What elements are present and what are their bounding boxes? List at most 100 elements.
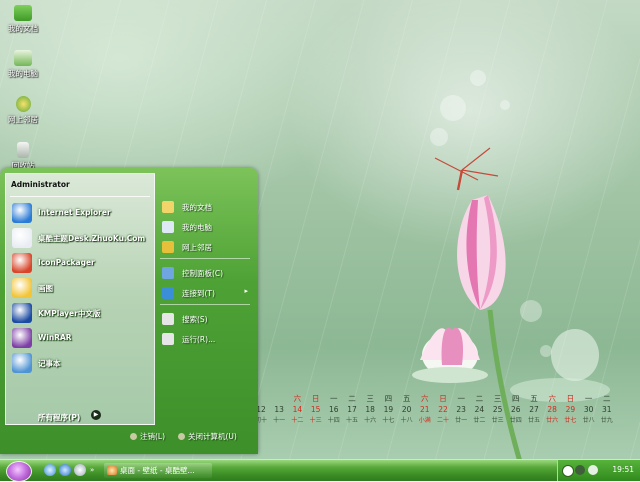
computer-icon	[14, 50, 32, 66]
calendar-lunar-date: 小满	[418, 417, 431, 424]
calendar-weekday: 日	[311, 394, 320, 403]
taskbar-clock[interactable]: 19:51	[612, 465, 634, 474]
calendar-weekday: 日	[566, 394, 575, 403]
start-menu-system-label: 连接到(T)	[182, 289, 215, 298]
zhuoku-theme-icon	[12, 228, 32, 248]
network-icon	[15, 96, 31, 112]
calendar-day: 日 15 十三	[308, 393, 324, 426]
start-menu-places-label: 网上邻居	[182, 243, 212, 252]
bokeh-light	[440, 95, 466, 121]
calendar-lunar-date: 廿七	[564, 417, 577, 424]
divider	[10, 196, 150, 197]
calendar-lunar-date: 廿五	[527, 417, 540, 424]
desktop-calendar: 12 初十 13 十一六 14 十二日 15 十三一 16 十四二 17 十五三 18 十六四 19 十七五 2…	[250, 393, 630, 429]
tray-icon-network[interactable]	[575, 465, 585, 475]
calendar-lunar-date: 廿四	[509, 417, 522, 424]
start-menu-app-item[interactable]: 记事本	[10, 352, 150, 374]
calendar-day: 一 30 廿八	[581, 393, 597, 426]
system-tray: 19:51	[557, 460, 640, 481]
network-places-icon	[162, 241, 174, 253]
start-menu-places-item[interactable]: 我的电脑	[162, 218, 252, 236]
power-icon	[178, 433, 185, 440]
calendar-weekday: 六	[421, 394, 429, 403]
calendar-date: 18	[365, 405, 375, 414]
calendar-date: 25	[492, 405, 503, 414]
start-menu-app-label: 桌酷主题Desk.ZhuoKu.Com	[38, 234, 146, 243]
calendar-date: 24	[474, 405, 485, 414]
all-programs-button[interactable]: 所有程序(P) ▶	[38, 410, 101, 423]
start-menu-programs-pane: Administrator Internet Explorer 桌酷主题Desk.…	[5, 173, 155, 425]
calendar-lunar-date: 廿一	[455, 417, 468, 424]
start-menu-app-item[interactable]: 画图	[10, 277, 150, 299]
start-menu-places-item[interactable]: 我的文档	[162, 198, 252, 216]
calendar-day: 日 22 二十	[435, 393, 451, 426]
calendar-weekday: 三	[493, 394, 502, 403]
desktop-icon-documents[interactable]: 我的文档	[2, 5, 44, 34]
calendar-day: 日 29 廿七	[562, 393, 578, 426]
tray-icon-back-arrow[interactable]	[562, 465, 574, 477]
start-menu-app-item[interactable]: IconPackager	[10, 252, 150, 274]
quick-launch-chevron-icon[interactable]: »	[90, 466, 98, 474]
start-menu-places-item[interactable]: 网上邻居	[162, 238, 252, 256]
desktop-icon-label: 网上邻居	[8, 115, 38, 124]
calendar-date: 31	[602, 405, 612, 414]
calendar-lunar-date: 十一	[273, 417, 286, 424]
recycle-bin-icon	[17, 142, 29, 158]
taskbar-window-button[interactable]: 桌面 - 壁纸 - 桌酷壁...	[104, 463, 212, 478]
start-menu-system-label: 控制面板(C)	[182, 269, 224, 278]
start-menu-app-label: KMPlayer中文版	[38, 309, 101, 318]
start-menu-app-item[interactable]: KMPlayer中文版	[10, 302, 150, 324]
start-menu-system-item[interactable]: 连接到(T) ▸	[162, 284, 252, 302]
media-player-icon[interactable]	[74, 464, 86, 476]
show-desktop-icon[interactable]	[44, 464, 56, 476]
notepad-icon	[12, 353, 32, 373]
start-menu-app-item[interactable]: WinRAR	[10, 327, 150, 349]
calendar-lunar-date: 廿二	[473, 417, 486, 424]
calendar-date: 29	[565, 405, 576, 414]
divider	[160, 258, 250, 259]
desktop-icon-network[interactable]: 网上邻居	[2, 96, 44, 125]
desktop-icon-computer[interactable]: 我的电脑	[2, 50, 44, 79]
calendar-lunar-date: 十三	[309, 417, 322, 424]
calendar-day: 三 18 十六	[362, 393, 378, 426]
calendar-lunar-date: 廿六	[546, 417, 559, 424]
calendar-date: 20	[401, 405, 412, 414]
calendar-day: 五 27 廿五	[526, 393, 542, 426]
start-menu-tools-item[interactable]: 运行(R)...	[162, 330, 252, 348]
calendar-lunar-date: 廿八	[582, 417, 595, 424]
start-menu-tools-item[interactable]: 搜索(S)	[162, 310, 252, 328]
calendar-date: 21	[420, 405, 430, 414]
calendar-weekday: 日	[439, 394, 447, 403]
calendar-date: 17	[347, 405, 357, 414]
control-panel-icon	[162, 267, 174, 279]
start-menu-app-item[interactable]: 桌酷主题Desk.ZhuoKu.Com	[10, 227, 150, 249]
calendar-lunar-date: 十六	[364, 417, 377, 424]
arrow-right-icon: ▶	[91, 410, 101, 420]
shutdown-button[interactable]: 关闭计算机(U)	[178, 431, 237, 443]
calendar-weekday	[271, 393, 287, 404]
logoff-label: 注销(L)	[140, 432, 166, 441]
browser-window-icon	[107, 466, 117, 475]
calendar-weekday: 五	[530, 394, 538, 403]
calendar-lunar-date: 十五	[345, 417, 358, 424]
start-menu-app-label: 画图	[38, 284, 53, 293]
tray-icon-volume[interactable]	[588, 465, 598, 475]
connect-to-icon	[162, 287, 174, 299]
calendar-day: 六 21 小满	[417, 393, 433, 426]
desktop-icon-recycle-bin[interactable]: 回收站	[2, 142, 44, 171]
start-menu-tools-label: 运行(R)...	[182, 335, 216, 344]
calendar-day: 二 17 十五	[344, 393, 360, 426]
start-button[interactable]	[6, 461, 32, 482]
logoff-button[interactable]: 注销(L)	[130, 431, 165, 443]
divider	[160, 304, 250, 305]
calendar-date: 27	[529, 405, 539, 414]
internet-explorer-icon	[12, 203, 32, 223]
winrar-icon	[12, 328, 32, 348]
start-menu-system-item[interactable]: 控制面板(C)	[162, 264, 252, 282]
calendar-day: 六 14 十二	[289, 393, 305, 426]
calendar-weekday: 二	[603, 394, 611, 403]
calendar-weekday: 三	[366, 394, 374, 403]
internet-explorer-icon[interactable]	[59, 464, 71, 476]
start-menu-app-item[interactable]: Internet Explorer	[10, 202, 150, 224]
calendar-weekday: 二	[348, 394, 356, 403]
